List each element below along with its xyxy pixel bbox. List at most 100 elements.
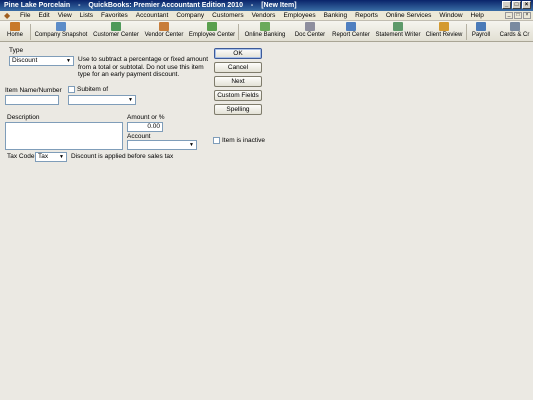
chevron-down-icon[interactable]: ▼ <box>58 154 65 160</box>
minimize-icon[interactable]: _ <box>502 1 511 9</box>
new-item-form: Type Discount ▼ Use to subtract a percen… <box>0 42 533 400</box>
toolbar-label: Doc Center <box>294 32 326 38</box>
item-name-input[interactable] <box>5 95 59 105</box>
menu-online-services[interactable]: Online Services <box>382 11 436 21</box>
type-label: Type <box>9 47 24 54</box>
menu-banking[interactable]: Banking <box>320 11 352 21</box>
description-label: Description <box>7 114 40 121</box>
maximize-icon[interactable]: □ <box>512 1 521 9</box>
next-button[interactable]: Next <box>214 76 262 87</box>
toolbar-label: Cards & Cr <box>499 32 530 38</box>
menu-window[interactable]: Window <box>435 11 466 21</box>
toolbar-separator <box>466 24 467 40</box>
payroll-icon <box>476 22 486 31</box>
doc-minimize-icon[interactable]: _ <box>505 12 513 19</box>
custom-fields-button[interactable]: Custom Fields <box>214 90 262 101</box>
toolbar-report-center-button[interactable]: Report Center <box>330 22 372 41</box>
menu-edit[interactable]: Edit <box>34 11 53 21</box>
menu-employees[interactable]: Employees <box>279 11 319 21</box>
report-icon <box>346 22 356 31</box>
toolbar-home-button[interactable]: Home <box>2 22 28 41</box>
type-value: Discount <box>12 57 38 64</box>
tax-code-dropdown[interactable]: Tax ▼ <box>35 152 67 162</box>
chevron-down-icon[interactable]: ▼ <box>188 142 195 148</box>
menu-reports[interactable]: Reports <box>351 11 382 21</box>
subitem-dropdown[interactable]: ▼ <box>68 95 136 105</box>
doc-restore-icon[interactable]: □ <box>514 12 522 19</box>
title-bar: Pine Lake Porcelain - QuickBooks: Premie… <box>0 0 533 11</box>
window-title-company: Pine Lake Porcelain <box>4 2 71 9</box>
home-icon <box>10 22 20 31</box>
toolbar-company-snapshot-button[interactable]: Company Snapshot <box>32 22 90 41</box>
doc-close-icon[interactable]: × <box>523 12 531 19</box>
amount-value: 0.00 <box>147 123 160 130</box>
toolbar-separator <box>30 24 31 40</box>
menu-customers[interactable]: Customers <box>208 11 247 21</box>
account-dropdown[interactable]: ▼ <box>127 140 197 150</box>
toolbar-cards-cr-button[interactable]: Cards & Cr <box>496 22 533 41</box>
menu-lists[interactable]: Lists <box>76 11 97 21</box>
toolbar-label: Online Banking <box>244 32 286 38</box>
menu-file[interactable]: File <box>16 11 34 21</box>
menu-view[interactable]: View <box>54 11 76 21</box>
inactive-checkbox[interactable] <box>213 137 220 144</box>
menu-vendors[interactable]: Vendors <box>248 11 280 21</box>
toolbar-label: Client Review <box>425 32 463 38</box>
menu-company[interactable]: Company <box>172 11 208 21</box>
menu-bar: ◆ File Edit View Lists Favorites Accountant Co… <box>0 11 533 21</box>
toolbar-label: Vendor Center <box>144 32 184 38</box>
inactive-label: Item is inactive <box>222 137 265 144</box>
customer-icon <box>111 22 121 31</box>
doc-icon <box>305 22 315 31</box>
icon-bar: Home Company Snapshot Customer Center Vendo… <box>0 21 533 42</box>
toolbar-separator <box>238 24 239 40</box>
type-hint: Use to subtract a percentage or fixed am… <box>78 56 209 78</box>
cancel-button[interactable]: Cancel <box>214 62 262 73</box>
toolbar-employee-center-button[interactable]: Employee Center <box>188 22 236 41</box>
toolbar-client-review-button[interactable]: Client Review <box>424 22 464 41</box>
review-icon <box>439 22 449 31</box>
chevron-down-icon[interactable]: ▼ <box>65 58 72 64</box>
account-label: Account <box>127 133 151 140</box>
toolbar-label: Payroll <box>471 32 491 38</box>
description-textarea[interactable] <box>5 122 123 150</box>
chevron-down-icon[interactable]: ▼ <box>127 97 134 103</box>
cards-icon <box>509 22 520 31</box>
toolbar-label: Employee Center <box>188 32 236 38</box>
menu-favorites[interactable]: Favorites <box>97 11 132 21</box>
menu-accountant[interactable]: Accountant <box>132 11 173 21</box>
toolbar-doc-center-button[interactable]: Doc Center <box>292 22 328 41</box>
tax-code-label: Tax Code <box>7 153 35 160</box>
close-icon[interactable]: × <box>522 1 531 9</box>
amount-input[interactable]: 0.00 <box>127 122 163 132</box>
menu-items: File Edit View Lists Favorites Accountant Comp… <box>16 11 488 21</box>
toolbar-statement-writer-button[interactable]: Statement Writer <box>374 22 422 41</box>
menu-help[interactable]: Help <box>467 11 488 21</box>
vendor-icon <box>159 22 169 31</box>
toolbar-customer-center-button[interactable]: Customer Center <box>92 22 140 41</box>
statement-icon <box>393 22 403 31</box>
app-menu-icon[interactable]: ◆ <box>4 11 12 20</box>
toolbar-online-banking-button[interactable]: Online Banking <box>240 22 290 41</box>
window-controls: _ □ × <box>502 1 531 9</box>
banking-icon <box>260 22 270 31</box>
toolbar-label: Report Center <box>332 32 370 38</box>
item-name-label: Item Name/Number <box>5 87 62 94</box>
snapshot-icon <box>56 22 66 31</box>
toolbar-label: Home <box>6 32 23 38</box>
tax-code-value: Tax <box>38 153 49 160</box>
toolbar-label: Company Snapshot <box>34 32 88 38</box>
spelling-button[interactable]: Spelling <box>214 104 262 115</box>
amount-label: Amount or % <box>127 114 165 121</box>
toolbar-payroll-button[interactable]: Payroll <box>468 22 494 41</box>
toolbar-label: Customer Center <box>93 32 139 38</box>
window-title-app: QuickBooks: Premier Accountant Edition 2… <box>88 2 243 9</box>
title-dash-2: - <box>250 2 254 9</box>
type-dropdown[interactable]: Discount ▼ <box>9 56 74 66</box>
ok-button[interactable]: OK <box>214 48 262 59</box>
subitem-label: Subitem of <box>77 86 109 93</box>
toolbar-vendor-center-button[interactable]: Vendor Center <box>142 22 186 41</box>
window-title-doc: [New Item] <box>261 2 297 9</box>
subitem-checkbox[interactable] <box>68 86 75 93</box>
toolbar-label: Statement Writer <box>375 32 421 38</box>
